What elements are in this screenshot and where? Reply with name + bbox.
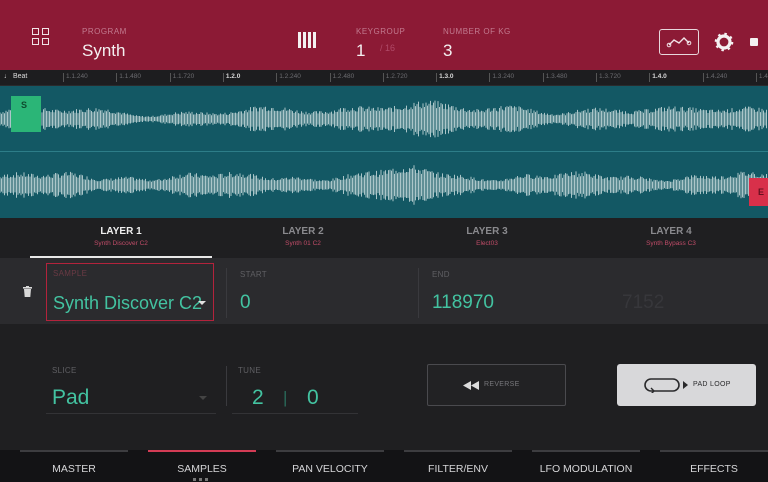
tab-filter-env[interactable]: FILTER/ENV	[384, 450, 532, 482]
tab-label: EFFECTS	[690, 463, 738, 475]
reverse-button[interactable]: REVERSE	[427, 364, 566, 406]
num-keygroups-label: NUMBER OF KG	[443, 27, 511, 36]
sample-value: Synth Discover C2	[53, 293, 203, 313]
waveform-channel-right	[0, 165, 767, 205]
waveform-channel-left	[0, 100, 767, 138]
layer-name: LAYER 3	[466, 226, 508, 237]
length-value: 7152	[622, 292, 665, 313]
divider	[418, 268, 419, 318]
ruler-tick-label: 1.1.480	[116, 73, 141, 82]
tab-indicator	[276, 450, 384, 452]
layer-tabs: LAYER 1 Synth Discover C2 LAYER 2 Synth …	[0, 218, 768, 258]
tab-indicator	[532, 450, 640, 452]
start-value[interactable]: 0	[240, 292, 251, 314]
automation-icon	[666, 37, 692, 48]
tab-layer-4[interactable]: LAYER 4 Synth Bypass C3	[580, 218, 762, 258]
ruler-tick-label: 1.4.240	[702, 73, 728, 82]
tune-semitone-value[interactable]: 2	[252, 386, 264, 410]
tab-layer-3[interactable]: LAYER 3 Elect03	[396, 218, 578, 258]
page-indicator	[193, 478, 213, 481]
layer-sample: Synth Discover C2	[94, 240, 148, 247]
ruler-tick-label: 1.1.240	[63, 73, 88, 82]
chevron-down-icon	[199, 396, 207, 400]
ruler-tick-label: 1.3.720	[596, 73, 621, 82]
loop-icon	[644, 378, 688, 393]
bottom-tab-bar: MASTER SAMPLES PAN VELOCITY FILTER/ENV L…	[0, 450, 768, 482]
timeline-ruler[interactable]: 1.1.240 1.1.480 1.1.720 1.2.0 1.2.240 1.2.480…	[0, 70, 768, 86]
tune-label: TUNE	[238, 366, 261, 375]
tab-master[interactable]: MASTER	[0, 450, 148, 482]
tune-fine-value[interactable]: 0	[307, 386, 319, 410]
ruler-tick-label: 1.3.480	[542, 73, 568, 82]
reverse-label: REVERSE	[484, 381, 520, 388]
tab-label: LFO MODULATION	[539, 463, 633, 475]
trash-icon[interactable]	[23, 286, 32, 297]
waveform-display[interactable]	[0, 86, 768, 218]
sample-select[interactable]: SAMPLE Synth Discover C2	[46, 263, 214, 321]
tab-effects[interactable]: EFFECTS	[640, 450, 768, 482]
end-marker[interactable]: E	[749, 178, 768, 206]
layer-name: LAYER 4	[650, 226, 692, 237]
layer-sample: Elect03	[476, 240, 498, 247]
end-value[interactable]: 118970	[432, 292, 494, 314]
keygroup-value[interactable]: 1	[356, 41, 365, 61]
layer-name: LAYER 1	[100, 226, 142, 237]
automation-button[interactable]	[659, 29, 699, 55]
tab-label: MASTER	[52, 463, 96, 475]
num-keygroups-value[interactable]: 3	[443, 41, 452, 61]
keygroup-total: / 16	[380, 43, 396, 53]
tab-layer-2[interactable]: LAYER 2 Synth 01 C2	[212, 218, 394, 258]
ruler-tick-label: 1.3.0	[435, 73, 454, 82]
gear-icon[interactable]	[714, 32, 734, 52]
start-marker[interactable]: S	[11, 96, 41, 132]
layer-name: LAYER 2	[282, 226, 324, 237]
tab-label: PAN VELOCITY	[292, 463, 368, 475]
header-bar: PROGRAM Synth KEYGROUP 1 / 16 NUMBER OF …	[0, 0, 768, 70]
tune-separator: |	[283, 388, 288, 407]
slice-value[interactable]: Pad	[52, 386, 89, 410]
grid-icon[interactable]	[32, 28, 50, 46]
tune-underline	[232, 413, 358, 414]
more-icon[interactable]	[750, 38, 758, 46]
tab-label: SAMPLES	[177, 463, 227, 475]
pad-loop-button[interactable]: PAD LOOP	[617, 364, 756, 406]
sample-label: SAMPLE	[53, 269, 88, 278]
tab-label: FILTER/ENV	[428, 463, 488, 475]
layer-sample: Synth Bypass C3	[646, 240, 696, 247]
tab-indicator	[20, 450, 128, 452]
channel-divider	[0, 151, 768, 152]
beat-label: ♩ Beat	[4, 73, 28, 80]
end-label: END	[432, 270, 450, 279]
tab-indicator	[404, 450, 512, 452]
tab-pan-velocity[interactable]: PAN VELOCITY	[256, 450, 404, 482]
tab-indicator	[148, 450, 256, 452]
tab-indicator	[660, 450, 768, 452]
layer-sample: Synth 01 C2	[285, 240, 321, 247]
ruler-tick-label: 1.2.0	[222, 73, 241, 82]
divider	[226, 268, 227, 318]
slice-underline	[46, 413, 216, 414]
ruler-tick-label: 1.4.0	[649, 73, 667, 82]
slice-label: SLICE	[52, 366, 77, 375]
divider	[226, 366, 227, 406]
tab-layer-1[interactable]: LAYER 1 Synth Discover C2	[30, 218, 212, 258]
ruler-tick-label: 1.2.720	[382, 73, 408, 82]
ruler-tick-label: 1.2.480	[329, 73, 355, 82]
program-value[interactable]: Synth	[82, 41, 125, 61]
pad-loop-label: PAD LOOP	[693, 381, 731, 388]
ruler-tick-label: 1.4	[755, 73, 768, 82]
ruler-tick-label: 1.1.720	[169, 73, 195, 82]
piano-keys-icon[interactable]	[298, 32, 316, 48]
program-label: PROGRAM	[82, 27, 127, 36]
ruler-tick-label: 1.2.240	[276, 73, 301, 82]
tab-lfo-modulation[interactable]: LFO MODULATION	[512, 450, 660, 482]
ruler-tick-label: 1.3.240	[489, 73, 515, 82]
keygroup-label: KEYGROUP	[356, 27, 406, 36]
start-label: START	[240, 270, 267, 279]
rewind-icon	[463, 381, 479, 390]
chevron-down-icon	[198, 301, 206, 305]
